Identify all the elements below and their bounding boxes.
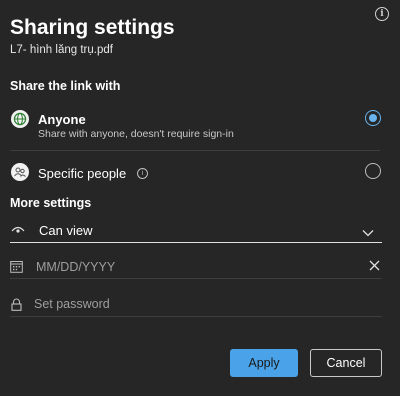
option-specific-people[interactable]: Specific people i (0, 158, 400, 188)
apply-button[interactable]: Apply (230, 349, 298, 377)
share-section-label: Share the link with (10, 79, 121, 93)
calendar-icon (10, 260, 23, 278)
more-settings-label: More settings (10, 196, 92, 210)
dialog-title: Sharing settings (10, 16, 175, 39)
eye-icon (11, 222, 25, 240)
permission-value: Can view (39, 223, 93, 238)
globe-icon (11, 110, 29, 128)
clear-icon[interactable] (369, 258, 380, 276)
option-anyone[interactable]: Anyone Share with anyone, doesn't requir… (0, 104, 400, 146)
dropdown-underline (10, 242, 382, 243)
expiry-date-field[interactable]: MM/DD/YYYY (10, 253, 382, 279)
permission-dropdown[interactable]: Can view (10, 218, 382, 243)
radio-specific-people[interactable] (365, 163, 381, 179)
info-icon[interactable]: i (375, 7, 389, 21)
option-anyone-description: Share with anyone, doesn't require sign-… (38, 128, 234, 140)
file-name: L7- hình lăng trụ.pdf (10, 44, 113, 56)
divider (10, 150, 380, 151)
expiry-date-input[interactable]: MM/DD/YYYY (36, 260, 115, 274)
divider (10, 278, 382, 279)
lock-icon (11, 298, 22, 316)
people-icon (11, 163, 29, 181)
password-input[interactable]: Set password (34, 297, 110, 311)
option-specific-people-title: Specific people (38, 166, 127, 181)
password-field[interactable]: Set password (10, 291, 382, 317)
radio-anyone[interactable] (365, 110, 381, 126)
divider (10, 316, 382, 317)
cancel-button[interactable]: Cancel (310, 349, 382, 377)
option-anyone-title: Anyone (38, 112, 86, 127)
specific-people-info-icon[interactable]: i (137, 168, 148, 179)
chevron-down-icon (362, 224, 374, 242)
